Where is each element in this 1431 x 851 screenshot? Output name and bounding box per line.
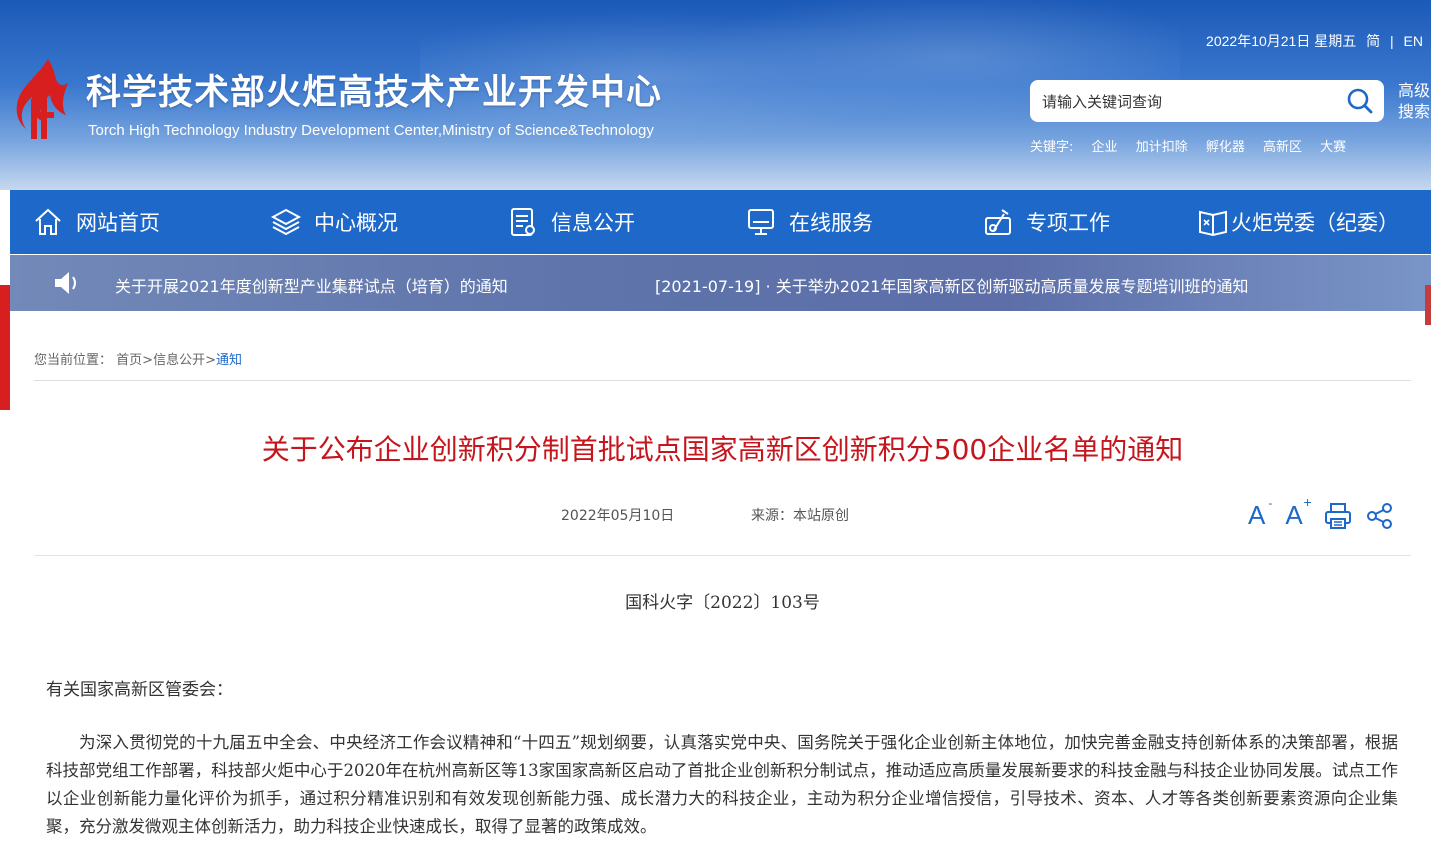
nav-label: 中心概况: [314, 211, 398, 235]
salutation: 有关国家高新区管委会：: [46, 680, 233, 700]
article-tools: A- A +: [1248, 494, 1407, 531]
keyword-link[interactable]: 高新区: [1263, 140, 1302, 155]
article-date: 2022年05月10日: [561, 508, 675, 524]
article-paragraph: 为深入贯彻党的十九届五中全会、中央经济工作会议精神和“十四五”规划纲要，认真落实…: [46, 733, 1398, 836]
nav-item-online-service[interactable]: 在线服务: [745, 190, 873, 254]
keyword-link[interactable]: 孵化器: [1206, 140, 1245, 155]
divider: [34, 380, 1411, 381]
notice-ticker: 关于开展2021年度创新型产业集群试点（培育）的通知 [2021-07-19] …: [10, 255, 1431, 311]
keyword-link[interactable]: 企业: [1092, 140, 1118, 155]
breadcrumb-label: 您当前位置：: [34, 353, 113, 368]
nav-item-center-overview[interactable]: 中心概况: [270, 190, 398, 254]
notice-link[interactable]: [2021-07-19] · 关于举办2021年国家高新区创新驱动高质量发展专题…: [655, 273, 1248, 297]
top-utility-bar: 2022年10月21日 星期五 简 | EN: [1200, 31, 1423, 51]
breadcrumb-separator: >: [142, 353, 154, 368]
hot-keywords: 关键字: 企业 加计扣除 孵化器 高新区 大赛: [1030, 136, 1360, 155]
breadcrumb-home-link[interactable]: 首页: [116, 353, 142, 368]
lang-simplified-link[interactable]: 简: [1366, 33, 1380, 49]
font-smaller-label: A: [1248, 500, 1266, 530]
advanced-search-link[interactable]: 高级搜索: [1398, 80, 1431, 122]
layers-icon: [270, 208, 302, 236]
nav-label: 网站首页: [76, 211, 160, 235]
font-larger-label: A: [1285, 500, 1303, 530]
nav-item-info-disclosure[interactable]: 信息公开: [507, 190, 635, 254]
party-book-icon: [1199, 210, 1227, 237]
share-icon[interactable]: [1365, 501, 1395, 531]
breadcrumb-separator: >: [205, 353, 216, 368]
main-nav: 网站首页 中心概况 信息公开 在线服务 专项工作 火炬党委（纪委）: [10, 190, 1431, 254]
current-date: 2022年10月21日 星期五: [1206, 33, 1357, 49]
home-icon: [35, 208, 61, 235]
site-title-en: Torch High Technology Industry Developme…: [88, 122, 654, 139]
nav-item-party-committee[interactable]: 火炬党委（纪委）: [1197, 190, 1399, 254]
monitor-icon: [748, 209, 774, 235]
keyword-link[interactable]: 加计扣除: [1136, 140, 1188, 155]
lang-english-link[interactable]: EN: [1404, 33, 1423, 49]
font-larger-button[interactable]: A +: [1285, 494, 1311, 531]
site-title-cn[interactable]: 科学技术部火炬高技术产业开发中心: [86, 64, 662, 115]
document-icon: [511, 208, 535, 236]
search-icon[interactable]: [1346, 87, 1374, 115]
notice-link[interactable]: 关于开展2021年度创新型产业集群试点（培育）的通知: [115, 273, 508, 297]
search-box: [1030, 80, 1384, 122]
torch-logo-icon[interactable]: [8, 55, 78, 145]
keyword-link[interactable]: 大赛: [1320, 140, 1346, 155]
breadcrumb: 您当前位置： 首页>信息公开>通知: [34, 349, 242, 368]
red-decoration: [0, 285, 10, 410]
divider: [34, 555, 1411, 556]
nav-label: 火炬党委（纪委）: [1231, 211, 1399, 235]
speaker-icon: [55, 272, 76, 294]
nav-label: 信息公开: [551, 211, 635, 235]
nav-item-home[interactable]: 网站首页: [32, 190, 160, 254]
red-decoration: [1425, 285, 1431, 325]
breadcrumb-current-link[interactable]: 通知: [216, 353, 242, 368]
lang-separator: |: [1390, 33, 1394, 49]
document-number: 国科火字〔2022〕103号: [625, 593, 820, 613]
tools-icon: [985, 209, 1011, 235]
nav-item-special-work[interactable]: 专项工作: [982, 190, 1110, 254]
search-input[interactable]: [1040, 88, 1334, 116]
nav-label: 在线服务: [789, 211, 873, 235]
site-header: 科学技术部火炬高技术产业开发中心 Torch High Technology I…: [0, 0, 1431, 190]
article-source: 来源：本站原创: [751, 508, 849, 524]
font-smaller-button[interactable]: A-: [1248, 496, 1272, 531]
nav-label: 专项工作: [1026, 211, 1110, 235]
breadcrumb-section-link[interactable]: 信息公开: [153, 353, 205, 368]
print-icon[interactable]: [1323, 501, 1353, 531]
keywords-label: 关键字:: [1030, 140, 1074, 155]
article-title: 关于公布企业创新积分制首批试点国家高新区创新积分500企业名单的通知: [261, 433, 1184, 466]
